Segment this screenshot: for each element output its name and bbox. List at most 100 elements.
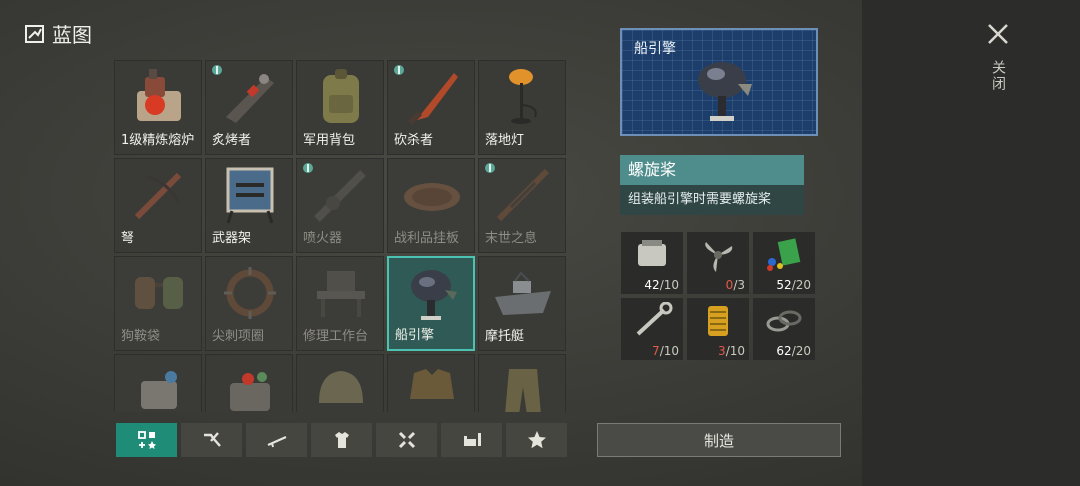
item-label: 炙烤者	[212, 133, 252, 148]
oil-filter-icon	[708, 306, 728, 336]
item-label: 尖刺项圈	[212, 329, 265, 344]
flamethrower-icon	[314, 170, 366, 222]
tab-favorites[interactable]	[506, 423, 567, 457]
material-count: 42/10	[644, 278, 679, 292]
material-count: 7/10	[652, 344, 679, 358]
boat-engine-icon	[411, 270, 457, 320]
blueprint-item-motorboat[interactable]: 摩托艇	[478, 256, 566, 351]
rubber-gasket-icon	[766, 310, 802, 332]
page-title: 蓝图	[24, 19, 92, 48]
machete-icon	[407, 73, 458, 126]
item-label: 武器架	[212, 231, 252, 246]
blueprint-item-floor-lamp[interactable]: 落地灯	[478, 60, 566, 155]
item-label: 修理工作台	[303, 329, 369, 344]
shotgun-icon	[496, 168, 550, 222]
tooltip-description: 组装船引擎时需要螺旋桨	[620, 185, 804, 215]
material-slot[interactable]: 62/20	[753, 298, 815, 360]
propeller-icon	[705, 242, 733, 272]
tools-icon	[203, 432, 221, 447]
blueprint-item-repair-bench[interactable]: 修理工作台	[296, 256, 384, 351]
item-label: 军用背包	[303, 133, 356, 148]
item-label: 1级精炼熔炉	[121, 133, 195, 148]
craft-button[interactable]: 制造	[597, 423, 841, 457]
furnace-icon	[137, 69, 181, 121]
page-title-text: 蓝图	[52, 23, 92, 47]
blueprint-icon	[25, 24, 44, 43]
roaster-weapon-icon	[226, 74, 274, 123]
close-label[interactable]: 关闭	[988, 60, 1008, 92]
item-label: 战利品挂板	[394, 231, 460, 246]
furniture-icon	[463, 433, 481, 446]
blueprint-item-partial[interactable]	[478, 354, 566, 412]
tab-blueprints[interactable]	[116, 423, 177, 457]
item-label: 喷火器	[303, 231, 343, 246]
blueprint-preview: 船引擎	[620, 28, 818, 136]
trophy-board-icon	[404, 183, 460, 211]
tab-crafting[interactable]	[376, 423, 437, 457]
machine-part-icon	[141, 371, 177, 409]
tab-weapons[interactable]	[246, 423, 307, 457]
blueprint-item-roaster[interactable]: 炙烤者	[205, 60, 293, 155]
wrench-icon	[636, 302, 673, 336]
material-count: 3/10	[718, 344, 745, 358]
blueprint-item-boat-engine[interactable]: 船引擎	[387, 256, 475, 351]
blueprint-item-apocalypse-breath[interactable]: 末世之息	[478, 158, 566, 253]
rifle-icon	[267, 435, 286, 448]
tooltip: 螺旋桨 组装船引擎时需要螺旋桨	[620, 155, 804, 215]
material-count: 62/20	[776, 344, 811, 358]
material-slot[interactable]: 42/10	[621, 232, 683, 294]
blueprint-title: 船引擎	[634, 41, 676, 57]
tab-clothing[interactable]	[311, 423, 372, 457]
item-label: 狗鞍袋	[121, 329, 161, 344]
weapon-rack-icon	[226, 167, 274, 224]
item-label: 摩托艇	[485, 329, 525, 344]
jacket-icon	[410, 369, 454, 399]
blueprint-item-partial[interactable]	[296, 354, 384, 412]
spiked-collar-icon	[224, 267, 276, 319]
blueprint-item-partial[interactable]	[387, 354, 475, 412]
material-slot[interactable]: 3/10	[687, 298, 749, 360]
blueprint-grid: 1级精炼熔炉 炙烤者 军用背包 砍杀者 落地灯 弩 武器架 喷火器 战利品挂板 …	[114, 60, 566, 412]
backpack-icon	[323, 69, 359, 123]
item-label: 末世之息	[485, 231, 538, 246]
material-count: 0/3	[725, 278, 745, 292]
engine-block-icon	[638, 240, 666, 266]
right-backdrop	[862, 0, 1080, 486]
repair-bench-icon	[317, 271, 365, 317]
blueprint-grid-icon	[137, 431, 156, 449]
tab-tools[interactable]	[181, 423, 242, 457]
close-icon[interactable]	[984, 20, 1012, 48]
crossbow-icon	[134, 172, 182, 220]
device-icon	[230, 372, 270, 411]
blueprint-item-backpack[interactable]: 军用背包	[296, 60, 384, 155]
wrench-cross-icon	[398, 431, 415, 449]
plastic-parts-icon	[767, 238, 801, 271]
dog-saddlebag-icon	[135, 277, 183, 309]
blueprint-item-flamethrower[interactable]: 喷火器	[296, 158, 384, 253]
category-tabs	[116, 423, 567, 457]
star-icon	[527, 431, 546, 449]
blueprint-item-crossbow[interactable]: 弩	[114, 158, 202, 253]
material-slot[interactable]: 0/3	[687, 232, 749, 294]
blueprint-item-dog-saddlebag[interactable]: 狗鞍袋	[114, 256, 202, 351]
trousers-icon	[505, 369, 541, 412]
blueprint-item-trophy-board[interactable]: 战利品挂板	[387, 158, 475, 253]
blueprint-item-furnace[interactable]: 1级精炼熔炉	[114, 60, 202, 155]
blueprint-item-chopper[interactable]: 砍杀者	[387, 60, 475, 155]
blueprint-item-partial[interactable]	[205, 354, 293, 412]
material-slot[interactable]: 7/10	[621, 298, 683, 360]
item-label: 砍杀者	[394, 133, 434, 148]
helmet-icon	[319, 371, 363, 403]
item-label: 落地灯	[485, 133, 525, 148]
item-label: 弩	[121, 231, 135, 246]
tooltip-title: 螺旋桨	[620, 155, 804, 185]
material-slot[interactable]: 52/20	[753, 232, 815, 294]
shirt-icon	[334, 432, 349, 448]
boat-engine-icon	[698, 62, 752, 121]
motorboat-icon	[495, 271, 551, 315]
blueprint-item-weapon-rack[interactable]: 武器架	[205, 158, 293, 253]
blueprint-item-partial[interactable]	[114, 354, 202, 412]
blueprint-item-spiked-collar[interactable]: 尖刺项圈	[205, 256, 293, 351]
material-count: 52/20	[776, 278, 811, 292]
tab-furniture[interactable]	[441, 423, 502, 457]
